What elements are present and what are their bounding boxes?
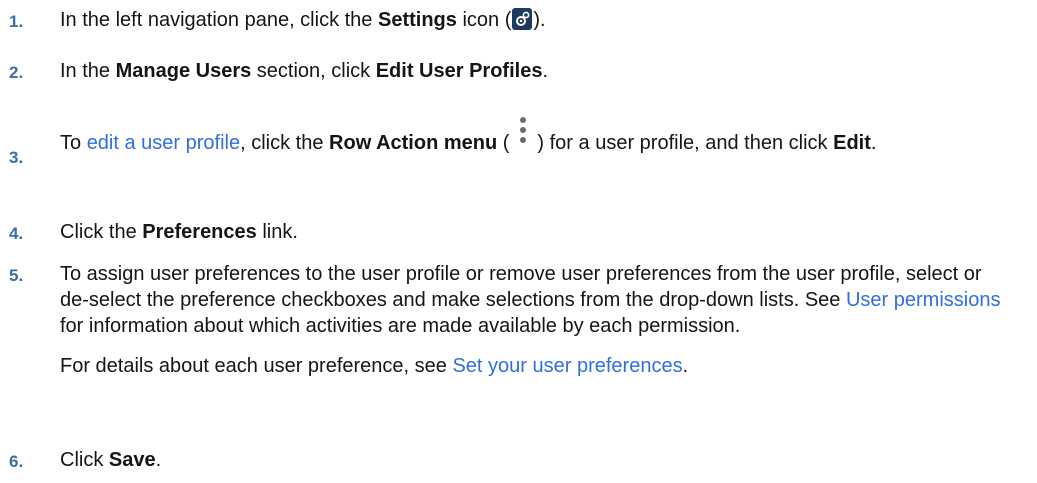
- step-1: 1. In the left navigation pane, click th…: [0, 7, 1037, 33]
- step-text: In the left navigation pane, click the S…: [60, 8, 546, 31]
- ui-term: Preferences: [142, 221, 257, 243]
- step-number: 6.: [9, 452, 24, 471]
- step-4: 4. Click the Preferences link.: [0, 219, 1037, 245]
- step-number: 1.: [9, 12, 24, 31]
- step-number: 4.: [9, 224, 24, 243]
- step-text: Click the Preferences link.: [60, 221, 298, 243]
- step-text: To assign user preferences to the user p…: [60, 261, 1010, 379]
- step-5: 5. To assign user preferences to the use…: [0, 261, 1037, 379]
- step-text: In the Manage Users section, click Edit …: [60, 60, 548, 82]
- step-3: 3. To edit a user profile, click the Row…: [0, 113, 1037, 167]
- step-6: 6. Click Save.: [0, 447, 1037, 473]
- ui-term: Save: [108, 449, 156, 471]
- ui-term: Manage Users: [115, 60, 252, 82]
- step-text: Click Save.: [60, 449, 162, 471]
- row-action-kebab-icon: [509, 113, 537, 153]
- ui-term: Edit: [833, 132, 871, 154]
- step-2: 2. In the Manage Users section, click Ed…: [0, 58, 1037, 84]
- step-number: 2.: [9, 63, 24, 82]
- ui-term: Edit User Profiles: [375, 60, 543, 82]
- edit-user-profile-link[interactable]: edit a user profile: [87, 132, 240, 154]
- step-paragraph-note: For details about each user preference, …: [60, 355, 689, 377]
- step-paragraph: To assign user preferences to the user p…: [60, 263, 1001, 337]
- ui-term: Settings: [377, 9, 457, 31]
- ui-term: Row Action menu: [329, 132, 498, 154]
- step-number: 5.: [9, 266, 24, 285]
- set-user-preferences-link[interactable]: Set your user preferences: [452, 355, 682, 377]
- step-number: 3.: [9, 148, 24, 167]
- user-permissions-link[interactable]: User permissions: [846, 289, 1000, 311]
- settings-gear-icon: [512, 8, 533, 30]
- step-text: To edit a user profile, click the Row Ac…: [60, 113, 1010, 156]
